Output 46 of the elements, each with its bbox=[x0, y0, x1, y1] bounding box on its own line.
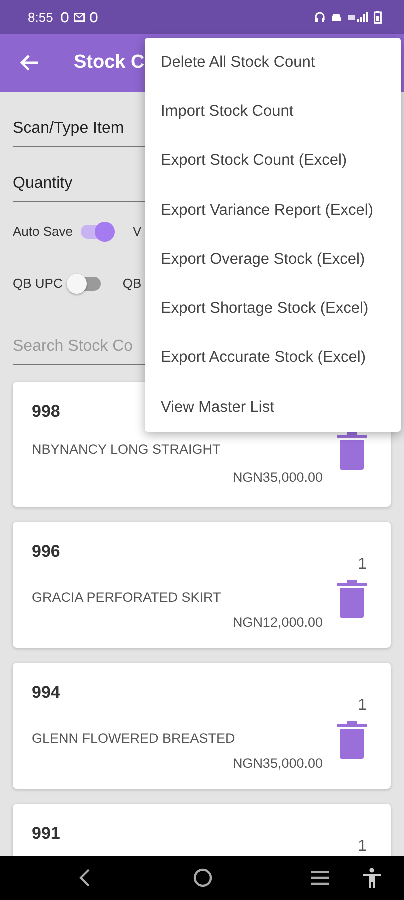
item-card[interactable]: 994 1 GLENN FLOWERED BREASTED NGN35,000.00 bbox=[13, 663, 391, 789]
accessibility-icon[interactable] bbox=[363, 868, 381, 888]
switch-label: QB bbox=[122, 276, 142, 291]
switch-label: V bbox=[133, 224, 142, 239]
menu-item[interactable]: Export Accurate Stock (Excel) bbox=[145, 334, 401, 384]
menu-nav-icon[interactable] bbox=[311, 871, 329, 885]
status-time: 8:55 bbox=[28, 10, 54, 24]
home-nav-icon[interactable] bbox=[193, 868, 213, 888]
item-card[interactable]: 991 1 bbox=[13, 804, 391, 856]
item-name: NBYNANCY LONG STRAIGHT bbox=[32, 442, 222, 459]
battery-icon bbox=[374, 10, 382, 24]
item-quantity: 1 bbox=[358, 697, 367, 715]
search-field[interactable]: Search Stock Co bbox=[13, 330, 145, 365]
item-price: NGN35,000.00 bbox=[232, 756, 323, 771]
menu-item[interactable]: Export Overage Stock (Excel) bbox=[145, 235, 401, 284]
back-icon[interactable] bbox=[20, 53, 40, 73]
item-name: GRACIA PERFORATED SKIRT bbox=[32, 590, 222, 605]
signal-icon bbox=[348, 12, 368, 22]
back-nav-icon[interactable] bbox=[79, 869, 91, 887]
switch-label: QB UPC bbox=[13, 276, 63, 291]
item-quantity: 1 bbox=[358, 838, 367, 856]
screen-title: Stock C bbox=[74, 52, 145, 74]
item-card[interactable]: 996 1 GRACIA PERFORATED SKIRT NGN12,000.00 bbox=[13, 522, 391, 648]
trash-icon[interactable] bbox=[337, 580, 367, 618]
item-code: 996 bbox=[32, 542, 60, 563]
trash-icon[interactable] bbox=[337, 721, 367, 759]
item-price: NGN12,000.00 bbox=[232, 615, 323, 630]
mail-icon bbox=[74, 12, 86, 22]
switch-label: Auto Save bbox=[13, 224, 73, 239]
item-code: 998 bbox=[32, 402, 60, 423]
trash-icon[interactable] bbox=[337, 432, 367, 470]
menu-item[interactable]: Import Stock Count bbox=[145, 87, 401, 137]
menu-item[interactable]: Delete All Stock Count bbox=[145, 38, 401, 88]
item-code: 991 bbox=[32, 824, 60, 845]
quantity-field[interactable]: Quantity bbox=[13, 167, 145, 202]
headphones-icon bbox=[315, 12, 325, 22]
item-name: GLENN FLOWERED BREASTED bbox=[32, 731, 236, 746]
menu-item[interactable]: Export Variance Report (Excel) bbox=[145, 186, 401, 236]
scan-item-field[interactable]: Scan/Type Item bbox=[13, 112, 145, 147]
item-code: 994 bbox=[32, 683, 60, 704]
menu-item[interactable]: Export Shortage Stock (Excel) bbox=[145, 284, 401, 334]
item-price: NGN35,000.00 bbox=[232, 470, 323, 488]
notification-icon bbox=[61, 12, 70, 22]
item-quantity: 1 bbox=[358, 556, 367, 574]
notification-icon bbox=[90, 12, 98, 22]
menu-item[interactable]: Export Stock Count (Excel) bbox=[145, 136, 401, 186]
